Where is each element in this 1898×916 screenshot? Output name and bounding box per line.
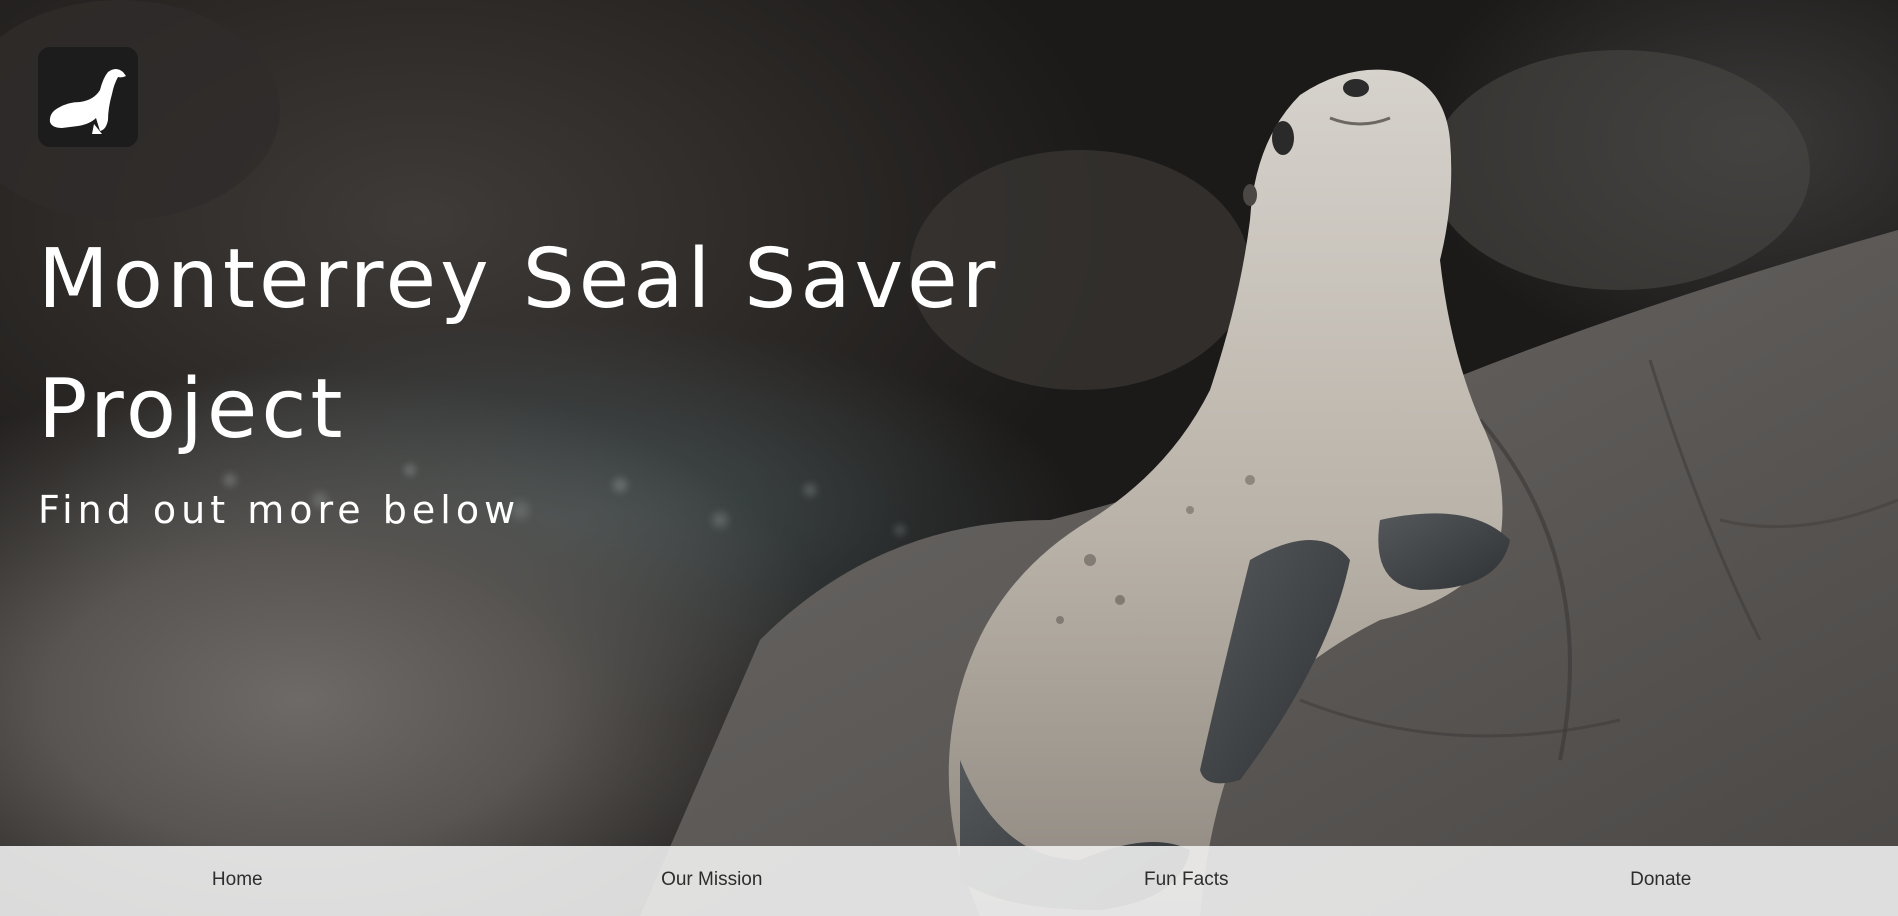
nav-item-fun-facts[interactable]: Fun Facts <box>949 846 1424 916</box>
logo[interactable] <box>38 47 138 147</box>
hero-title: Monterrey Seal Saver Project <box>38 232 1000 457</box>
nav-item-our-mission[interactable]: Our Mission <box>475 846 950 916</box>
seal-icon <box>49 69 126 134</box>
hero-banner: Monterrey Seal Saver Project Find out mo… <box>0 0 1898 916</box>
nav-item-home[interactable]: Home <box>0 846 475 916</box>
nav-item-donate[interactable]: Donate <box>1424 846 1898 916</box>
navbar: Home Our Mission Fun Facts Donate <box>0 846 1898 916</box>
hero-subtitle: Find out more below <box>38 488 521 532</box>
